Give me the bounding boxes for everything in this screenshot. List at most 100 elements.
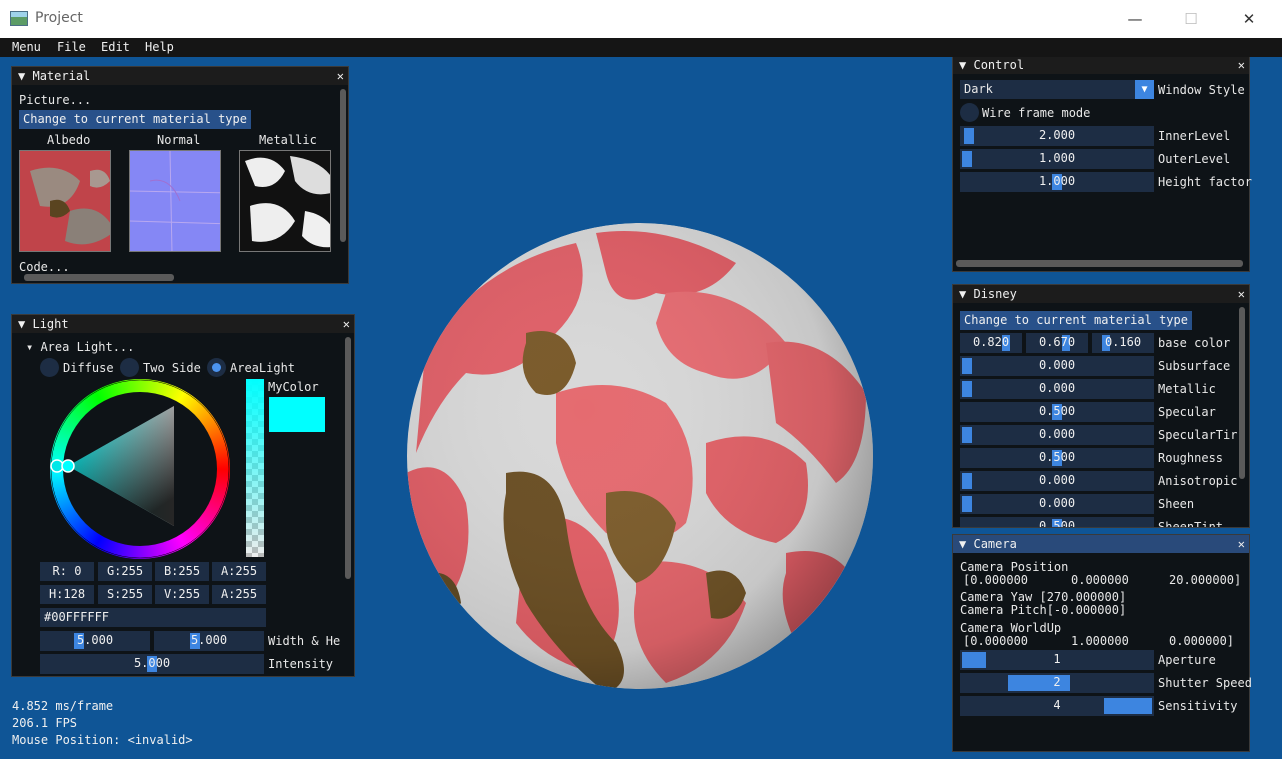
color-wheel-picker[interactable] xyxy=(50,379,230,559)
disney-roughness-slider[interactable]: 0.500 xyxy=(960,448,1154,468)
hex-input[interactable]: #00FFFFFF xyxy=(40,608,266,627)
disney-sheentint-value: 0.500 xyxy=(1038,519,1076,528)
color-preview-swatch[interactable] xyxy=(269,397,325,432)
material-vscroll[interactable] xyxy=(340,89,346,242)
disney-anisotropic-slider[interactable]: 0.000 xyxy=(960,471,1154,491)
r-channel-field[interactable]: R: 0 xyxy=(40,562,94,581)
minimize-button[interactable]: — xyxy=(1112,6,1158,32)
area-light-radio[interactable] xyxy=(207,358,226,377)
disney-speculartir-slider[interactable]: 0.000 xyxy=(960,425,1154,445)
normal-label: Normal xyxy=(157,133,201,147)
material-hscroll[interactable] xyxy=(24,274,174,281)
base-color-b-value: 0.160 xyxy=(1104,335,1142,349)
inner-level-value: 2.000 xyxy=(1038,128,1076,142)
render-viewport[interactable]: ▼ Material ✕ Picture... Change to curren… xyxy=(0,57,1282,759)
outer-level-slider[interactable]: 1.000 xyxy=(960,149,1154,169)
height-factor-label: Height factor xyxy=(1158,175,1252,189)
menu-item-menu[interactable]: Menu xyxy=(12,40,41,54)
disney-anisotropic-value: 0.000 xyxy=(1038,473,1076,487)
v-channel-field[interactable]: V:255 xyxy=(155,585,209,604)
collapse-arrow-icon[interactable]: ▼ xyxy=(959,58,966,72)
a2-channel-field[interactable]: A:255 xyxy=(212,585,266,604)
camera-panel-header[interactable]: ▼ Camera ✕ xyxy=(953,535,1249,553)
alpha-bar[interactable] xyxy=(246,379,264,557)
menu-item-file[interactable]: File xyxy=(57,40,86,54)
disney-specular-slider[interactable]: 0.500 xyxy=(960,402,1154,422)
outer-level-label: OuterLevel xyxy=(1158,152,1231,166)
g-channel-field[interactable]: G:255 xyxy=(98,562,152,581)
metallic-texture-image[interactable] xyxy=(239,150,331,252)
control-hscroll[interactable] xyxy=(956,260,1243,267)
camera-yaw: Camera Yaw [270.000000] xyxy=(960,590,1127,604)
menu-item-edit[interactable]: Edit xyxy=(101,40,130,54)
height-slider[interactable]: 5.000 xyxy=(154,631,264,651)
light-close-icon[interactable]: ✕ xyxy=(343,315,350,333)
disney-metallic-value: 0.000 xyxy=(1038,381,1076,395)
camera-pitch: Camera Pitch[-0.000000] xyxy=(960,603,1127,617)
light-panel-header[interactable]: ▼ Light ✕ xyxy=(12,315,354,333)
picture-tree-node[interactable]: Picture... xyxy=(19,93,91,107)
diffuse-radio[interactable] xyxy=(40,358,59,377)
metallic-label: Metallic xyxy=(259,133,317,147)
light-panel-title: Light xyxy=(32,317,69,331)
b-channel-field[interactable]: B:255 xyxy=(155,562,209,581)
change-material-button[interactable]: Change to current material type xyxy=(19,110,251,129)
disney-sheen-value: 0.000 xyxy=(1038,496,1076,510)
collapse-arrow-icon[interactable]: ▼ xyxy=(18,69,25,83)
intensity-slider[interactable]: 5.000 xyxy=(40,654,264,674)
camera-aperture-slider[interactable]: 1 xyxy=(960,650,1154,670)
camera-worldup-x: [0.000000 xyxy=(963,634,1029,648)
light-vscroll[interactable] xyxy=(345,337,351,579)
disney-subsurface-slider[interactable]: 0.000 xyxy=(960,356,1154,376)
window-style-combo[interactable]: Dark ▼ xyxy=(960,80,1154,99)
camera-shutterspeed-slider[interactable]: 2 xyxy=(960,673,1154,693)
camera-shutterspeed-label: Shutter Speed xyxy=(1158,676,1252,690)
material-panel-header[interactable]: ▼ Material ✕ xyxy=(12,67,348,85)
material-close-icon[interactable]: ✕ xyxy=(337,67,344,85)
camera-sensitivity-slider[interactable]: 4 xyxy=(960,696,1154,716)
collapse-arrow-icon[interactable]: ▼ xyxy=(959,287,966,301)
window-style-label: Window Style xyxy=(1158,83,1245,97)
width-slider[interactable]: 5.000 xyxy=(40,631,150,651)
camera-position-x: [0.000000 xyxy=(963,573,1029,587)
disney-panel-header[interactable]: ▼ Disney ✕ xyxy=(953,285,1249,303)
collapse-arrow-icon[interactable]: ▼ xyxy=(959,537,966,551)
camera-close-icon[interactable]: ✕ xyxy=(1238,535,1245,553)
base-color-b[interactable]: 0.160 xyxy=(1092,333,1154,353)
albedo-texture-image[interactable] xyxy=(19,150,111,252)
control-close-icon[interactable]: ✕ xyxy=(1238,57,1245,74)
maximize-button[interactable]: ☐ xyxy=(1168,6,1214,32)
disney-sheen-slider[interactable]: 0.000 xyxy=(960,494,1154,514)
close-window-button[interactable]: ✕ xyxy=(1226,6,1272,32)
s-channel-field[interactable]: S:255 xyxy=(98,585,152,604)
h-channel-field[interactable]: H:128 xyxy=(40,585,94,604)
disney-close-icon[interactable]: ✕ xyxy=(1238,285,1245,303)
area-light-radio-label: AreaLight xyxy=(230,361,296,375)
disney-roughness-label: Roughness xyxy=(1158,451,1224,465)
code-tree-node[interactable]: Code... xyxy=(19,260,70,274)
disney-vscroll[interactable] xyxy=(1239,307,1245,479)
camera-worldup-y: 1.000000 xyxy=(1071,634,1129,648)
camera-sensitivity-label: Sensitivity xyxy=(1158,699,1238,713)
disney-sheentint-slider[interactable]: 0.500 xyxy=(960,517,1154,528)
normal-texture-image[interactable] xyxy=(129,150,221,252)
menu-item-help[interactable]: Help xyxy=(145,40,174,54)
inner-level-slider[interactable]: 2.000 xyxy=(960,126,1154,146)
height-factor-slider[interactable]: 1.000 xyxy=(960,172,1154,192)
chevron-down-icon[interactable]: ▼ xyxy=(1135,80,1154,99)
base-color-r[interactable]: 0.820 xyxy=(960,333,1022,353)
control-panel-header[interactable]: ▼ Control ✕ xyxy=(953,57,1249,74)
wireframe-checkbox[interactable] xyxy=(960,103,979,122)
collapse-arrow-icon[interactable]: ▼ xyxy=(18,317,25,331)
a-channel-field[interactable]: A:255 xyxy=(212,562,266,581)
window-style-value: Dark xyxy=(964,82,993,96)
disney-subsurface-label: Subsurface xyxy=(1158,359,1231,373)
two-side-radio[interactable] xyxy=(120,358,139,377)
area-light-tree-node[interactable]: ▾ Area Light... xyxy=(26,340,134,354)
disney-change-material-button[interactable]: Change to current material type xyxy=(960,311,1192,330)
disney-metallic-slider[interactable]: 0.000 xyxy=(960,379,1154,399)
height-value: 5.000 xyxy=(190,633,228,647)
base-color-g[interactable]: 0.670 xyxy=(1026,333,1088,353)
base-color-r-value: 0.820 xyxy=(972,335,1010,349)
disney-sheentint-label: SheenTint xyxy=(1158,520,1224,528)
